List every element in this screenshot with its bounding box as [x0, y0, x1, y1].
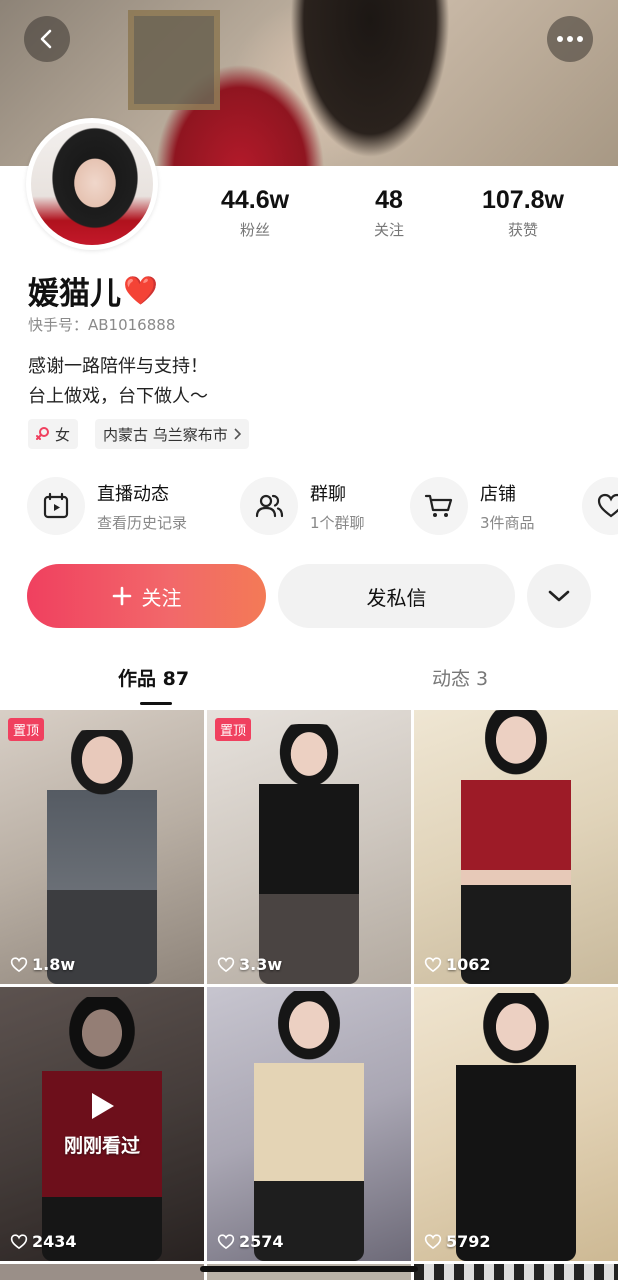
heart-outline-icon [424, 1233, 442, 1249]
feature-title: 店铺 [480, 483, 516, 505]
heart-outline-icon [217, 1233, 235, 1249]
more-dots-icon [557, 36, 583, 42]
pinned-badge: 置顶 [8, 718, 45, 741]
pinned-badge: 置顶 [215, 718, 252, 741]
likes-count: 1062 [424, 955, 491, 974]
feature-partial[interactable] [582, 476, 618, 536]
person-figure [47, 730, 157, 984]
calendar-play-icon [43, 492, 69, 519]
watched-label: 刚刚看过 [63, 1134, 140, 1157]
follow-button[interactable]: 关注 [27, 564, 266, 628]
heart-emoji-icon: ❤️ [123, 274, 158, 307]
likes-count: 2434 [10, 1232, 77, 1251]
avatar[interactable] [26, 118, 158, 250]
heart-outline-icon [10, 1233, 28, 1249]
stat-value: 44.6w [220, 186, 290, 214]
avatar-photo [31, 123, 153, 245]
feature-subtitle: 3件商品 [480, 513, 535, 532]
tab-indicator [140, 702, 172, 705]
feature-icon-wrap [410, 477, 468, 535]
chevron-left-icon [40, 29, 52, 49]
tab-moments[interactable]: 动态 3 [432, 664, 488, 691]
heart-outline-icon [424, 956, 442, 972]
cover-picture-frame [128, 10, 220, 110]
chevron-down-icon [548, 590, 570, 602]
gender-tag: 女 [28, 419, 79, 449]
likes-value: 1.8w [32, 955, 76, 974]
works-grid: 置顶 1.8w 置顶 3.3w 1062 刚刚看过 2434 2574 5792 [0, 710, 618, 1280]
likes-value: 5792 [446, 1232, 491, 1251]
chevron-right-icon [234, 428, 241, 440]
feature-subtitle: 1个群聊 [310, 513, 365, 532]
stat-following[interactable]: 48 关注 [329, 186, 449, 240]
work-thumbnail[interactable]: 2574 [207, 987, 411, 1261]
work-thumbnail[interactable]: 1062 [414, 710, 618, 984]
likes-value: 1062 [446, 955, 491, 974]
feature-icon-wrap [240, 477, 298, 535]
stat-fans[interactable]: 44.6w 粉丝 [195, 186, 315, 240]
work-thumbnail[interactable] [414, 1264, 618, 1280]
watched-overlay: 刚刚看过 [0, 987, 204, 1261]
person-figure [259, 724, 359, 984]
work-thumbnail[interactable]: 5792 [414, 987, 618, 1261]
feature-icon-wrap [582, 477, 618, 535]
play-icon [92, 1092, 114, 1119]
location-tag[interactable]: 内蒙古 乌兰察布市 [95, 419, 249, 449]
likes-count: 5792 [424, 1232, 491, 1251]
stat-label: 粉丝 [239, 221, 270, 239]
stat-label: 关注 [373, 221, 404, 239]
more-button[interactable] [547, 16, 593, 62]
stat-value: 107.8w [481, 186, 564, 214]
work-thumbnail[interactable]: 置顶 1.8w [0, 710, 204, 984]
feature-icon-wrap [27, 477, 85, 535]
stat-label: 获赞 [507, 221, 538, 239]
expand-button[interactable] [527, 564, 591, 628]
tab-works[interactable]: 作品 87 [118, 664, 189, 691]
likes-count: 2574 [217, 1232, 284, 1251]
back-button[interactable] [24, 16, 70, 62]
likes-value: 3.3w [239, 955, 283, 974]
home-indicator[interactable] [200, 1266, 418, 1272]
feature-title: 群聊 [310, 483, 346, 505]
location-label: 内蒙古 乌兰察布市 [103, 425, 228, 444]
feature-shop[interactable]: 店铺 3件商品 [410, 476, 535, 536]
profile-name: 媛猫儿 ❤️ [28, 268, 158, 313]
gender-label: 女 [55, 425, 71, 444]
group-users-icon [255, 494, 284, 518]
work-thumbnail[interactable] [0, 1264, 204, 1280]
likes-value: 2574 [239, 1232, 284, 1251]
stat-value: 48 [375, 186, 403, 214]
heart-outline-icon [10, 956, 28, 972]
stat-likes[interactable]: 107.8w 获赞 [463, 186, 583, 240]
work-thumbnail[interactable]: 刚刚看过 2434 [0, 987, 204, 1261]
plus-icon [112, 586, 131, 606]
feature-live-history[interactable]: 直播动态 查看历史记录 [27, 476, 187, 536]
follow-label: 关注 [141, 585, 182, 610]
heart-icon [597, 493, 618, 518]
likes-count: 3.3w [217, 955, 282, 974]
person-figure [254, 991, 364, 1261]
feature-title: 直播动态 [97, 483, 169, 505]
message-button[interactable]: 发私信 [278, 564, 515, 628]
person-figure [461, 710, 571, 984]
profile-name-text: 媛猫儿 [28, 276, 121, 312]
bio-line: 感谢一路陪伴与支持！ [28, 356, 208, 377]
bio-line: 台上做戏，台下做人～ [28, 386, 208, 407]
cart-icon [424, 494, 453, 517]
female-icon [36, 427, 49, 440]
kuaishou-id[interactable]: 快手号：AB1016888 [28, 314, 175, 335]
message-label: 发私信 [366, 585, 427, 610]
feature-subtitle: 查看历史记录 [97, 513, 188, 532]
likes-value: 2434 [32, 1232, 77, 1251]
work-thumbnail[interactable]: 置顶 3.3w [207, 710, 411, 984]
likes-count: 1.8w [10, 955, 75, 974]
person-figure [456, 993, 576, 1261]
feature-group-chat[interactable]: 群聊 1个群聊 [240, 476, 365, 536]
heart-outline-icon [217, 956, 235, 972]
bio: 感谢一路陪伴与支持！ 台上做戏，台下做人～ [28, 352, 208, 412]
